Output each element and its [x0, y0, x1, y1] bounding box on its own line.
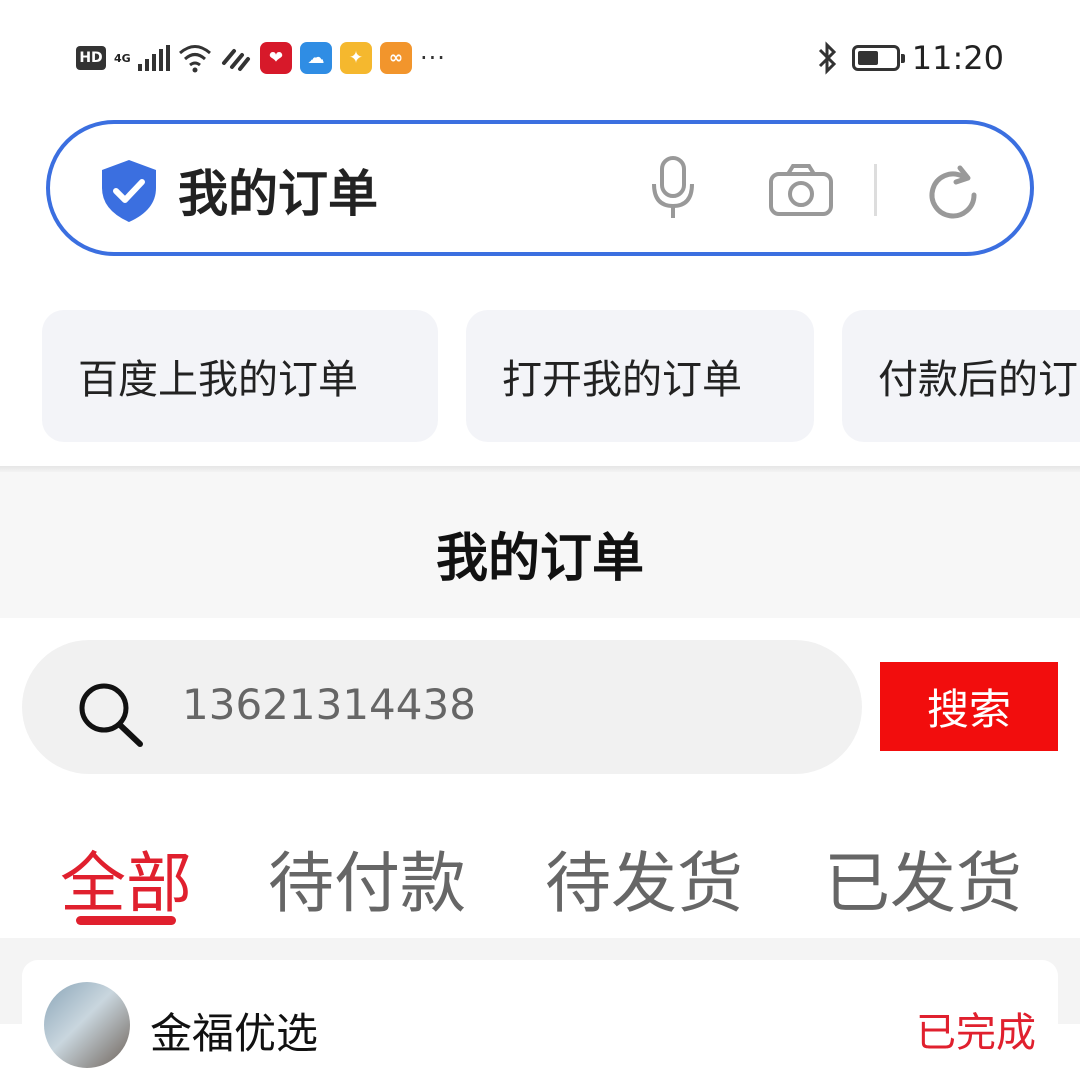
- browser-query[interactable]: 我的订单: [178, 154, 378, 226]
- camera-icon[interactable]: [768, 162, 834, 218]
- shop-avatar: [44, 982, 130, 1068]
- order-search-input[interactable]: 13621314438: [22, 640, 862, 774]
- shield-check-icon: [102, 160, 156, 222]
- active-tab-indicator: [76, 916, 176, 925]
- refresh-icon[interactable]: [922, 164, 984, 226]
- browser-search-box[interactable]: 我的订单: [46, 120, 1034, 256]
- pinwheel-app-icon: ✦: [340, 42, 372, 74]
- clock: 11:20: [911, 39, 1004, 77]
- order-status: 已完成: [916, 1010, 1036, 1056]
- tab-pending-payment[interactable]: 待付款: [268, 830, 466, 926]
- cloud-app-icon: ☁: [300, 42, 332, 74]
- more-notifications-icon: ···: [420, 44, 446, 72]
- status-bar: HD 4G ❤ ☁ ✦ ∞ ··· 11:20: [0, 0, 1080, 110]
- shop-name: 金福优选: [150, 1009, 319, 1058]
- order-card[interactable]: 金福优选 已完成: [22, 960, 1058, 1080]
- page-header: 我的订单: [0, 472, 1080, 618]
- wifi-icon: [179, 45, 211, 73]
- suggestion-chip[interactable]: 打开我的订单: [466, 310, 814, 442]
- bluetooth-icon: [818, 41, 836, 75]
- signal-icon: [138, 45, 170, 71]
- status-left: HD 4G ❤ ☁ ✦ ∞ ···: [76, 38, 446, 78]
- suggestion-chips: 百度上我的订单 打开我的订单 付款后的订单: [0, 310, 1080, 442]
- battery-icon: [851, 45, 905, 71]
- order-search-value[interactable]: 13621314438: [182, 680, 476, 729]
- heart-app-icon: ❤: [260, 42, 292, 74]
- suggestion-chip[interactable]: 付款后的订单: [842, 310, 1080, 442]
- taobao-app-icon: ∞: [380, 42, 412, 74]
- tab-pending-shipment[interactable]: 待发货: [545, 830, 743, 926]
- link-icon: [222, 49, 250, 71]
- hd-icon: HD: [76, 46, 106, 70]
- tab-all[interactable]: 全部: [60, 830, 192, 926]
- network-type: 4G: [114, 51, 131, 65]
- status-right: 11:20: [816, 36, 1004, 80]
- microphone-icon[interactable]: [648, 156, 698, 222]
- divider: [874, 164, 877, 216]
- search-button[interactable]: 搜索: [880, 662, 1058, 751]
- order-tabs: 全部 待付款 待发货 已发货: [0, 820, 1080, 930]
- page-title: 我的订单: [435, 529, 644, 589]
- suggestion-chip[interactable]: 百度上我的订单: [42, 310, 438, 442]
- search-icon: [79, 683, 143, 747]
- tab-shipped[interactable]: 已发货: [824, 830, 1022, 926]
